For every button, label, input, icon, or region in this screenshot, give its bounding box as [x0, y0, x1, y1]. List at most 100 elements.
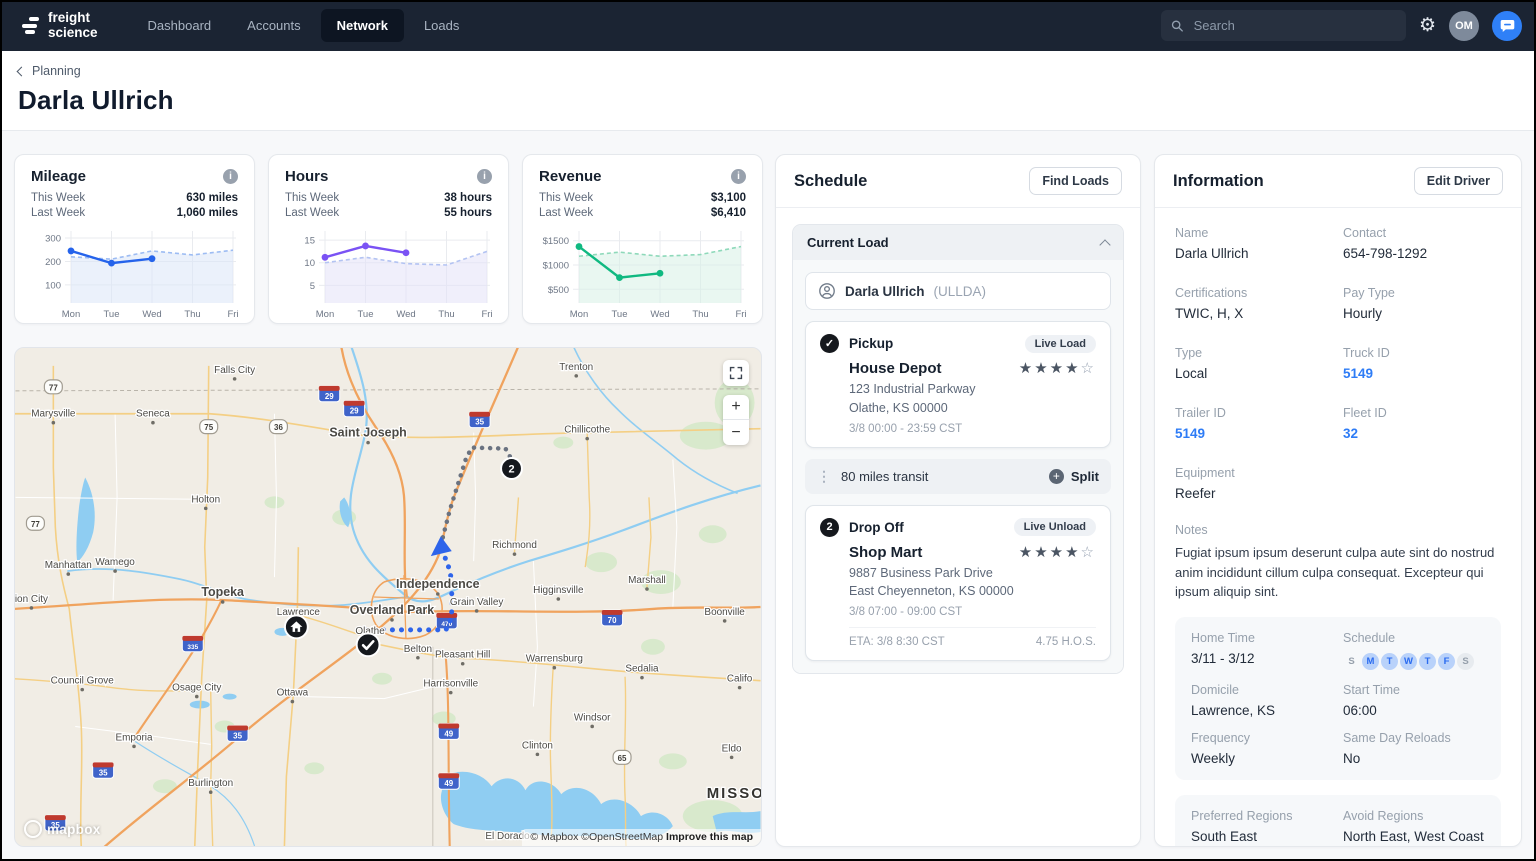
svg-text:300: 300: [45, 234, 61, 245]
day-pill-m: M: [1362, 653, 1379, 670]
svg-text:75: 75: [204, 423, 213, 432]
mapbox-logo[interactable]: mapbox: [24, 820, 101, 838]
field-truck-id: Truck ID5149: [1343, 346, 1501, 381]
search-icon: [1171, 19, 1184, 33]
nav-item-accounts[interactable]: Accounts: [231, 9, 316, 42]
star-empty-icon: ☆: [1081, 544, 1096, 561]
stat-title: Hours: [285, 168, 328, 185]
svg-text:Sedalia: Sedalia: [625, 664, 659, 675]
day-pill-w: W: [1400, 653, 1417, 670]
chevron-up-icon: [1099, 239, 1110, 250]
information-title: Information: [1173, 172, 1264, 191]
nav-item-network[interactable]: Network: [321, 9, 404, 42]
svg-text:Manhattan: Manhattan: [45, 560, 92, 571]
svg-text:Clinton: Clinton: [522, 740, 553, 751]
svg-text:Emporia: Emporia: [115, 732, 153, 743]
map-marker-home[interactable]: [285, 615, 308, 638]
chat-bubble-icon: [1499, 17, 1516, 34]
star-filled-icon: ★: [1019, 544, 1034, 561]
dropoff-time-window: 3/8 07:00 - 09:00 CST: [849, 606, 1096, 618]
interstate-shield-335: 335: [182, 636, 203, 652]
eta-text: ETA: 3/8 8:30 CST: [849, 636, 945, 648]
field-avoid-regions: Avoid Regions North East, West Coast: [1343, 809, 1485, 844]
svg-text:10: 10: [304, 258, 315, 269]
us-route-shield-65: 65: [613, 750, 631, 764]
svg-text:Thu: Thu: [184, 309, 200, 320]
split-button[interactable]: + Split: [1049, 469, 1099, 484]
svg-text:Burlington: Burlington: [188, 778, 233, 789]
stat-card-mileage: MileageiThis Week630 milesLast Week1,060…: [14, 154, 255, 324]
dropoff-facility-name: Shop Mart: [849, 544, 922, 561]
interstate-shield-35: 35: [227, 725, 248, 741]
us-route-shield-77: 77: [26, 516, 44, 530]
hos-text: 4.75 H.O.S.: [1036, 636, 1096, 648]
edit-driver-button[interactable]: Edit Driver: [1414, 167, 1503, 195]
breadcrumb-label: Planning: [32, 64, 81, 78]
pickup-time-window: 3/8 00:00 - 23:59 CST: [849, 423, 1096, 435]
star-filled-icon: ★: [1065, 544, 1080, 561]
zoom-in-button[interactable]: +: [723, 395, 749, 420]
field-home-time: Home Time 3/11 - 3/12: [1191, 631, 1333, 670]
metric-row: This Week630 miles: [31, 192, 238, 204]
page-header: Planning Darla Ullrich: [0, 51, 1536, 131]
plus-circle-icon: +: [1049, 469, 1064, 484]
drag-handle-icon[interactable]: ⋮: [817, 468, 831, 485]
svg-text:Eldo: Eldo: [722, 743, 742, 754]
field-trailer-id: Trailer ID5149: [1175, 406, 1333, 441]
live-load-badge: Live Load: [1025, 335, 1096, 353]
svg-text:Richmond: Richmond: [492, 540, 537, 551]
live-unload-badge: Live Unload: [1014, 518, 1096, 536]
svg-text:Fri: Fri: [481, 309, 492, 320]
metric-row: This Week$3,100: [539, 192, 746, 204]
star-filled-icon: ★: [1050, 544, 1065, 561]
field-fleet-id: Fleet ID32: [1343, 406, 1501, 441]
nav-item-dashboard[interactable]: Dashboard: [132, 9, 228, 42]
svg-text:Higginsville: Higginsville: [533, 585, 584, 596]
interstate-shield-35: 35: [93, 762, 114, 778]
svg-text:Thu: Thu: [692, 309, 708, 320]
global-search[interactable]: [1161, 10, 1406, 41]
user-avatar[interactable]: OM: [1449, 11, 1479, 41]
svg-text:Seneca: Seneca: [136, 409, 170, 420]
nav-item-loads[interactable]: Loads: [408, 9, 475, 42]
brand-logo[interactable]: freightscience: [22, 11, 98, 41]
star-filled-icon: ★: [1034, 360, 1049, 377]
chat-button[interactable]: [1492, 11, 1522, 41]
stat-card-revenue: RevenueiThis Week$3,100Last Week$6,410$1…: [522, 154, 763, 324]
zoom-out-button[interactable]: −: [723, 420, 749, 445]
day-pills: SMTWTFS: [1343, 651, 1485, 670]
star-filled-icon: ★: [1065, 360, 1080, 377]
info-icon[interactable]: i: [477, 169, 492, 184]
svg-text:15: 15: [304, 236, 315, 247]
svg-text:Harrisonville: Harrisonville: [423, 679, 478, 690]
map-marker-stop-number[interactable]: 2: [501, 458, 522, 479]
settings-gear-icon[interactable]: ⚙: [1419, 16, 1436, 35]
interstate-shield-35: 35: [469, 412, 490, 428]
info-icon[interactable]: i: [731, 169, 746, 184]
svg-text:77: 77: [49, 383, 58, 392]
svg-text:Overland Park: Overland Park: [350, 603, 434, 617]
info-icon[interactable]: i: [223, 169, 238, 184]
current-load-header[interactable]: Current Load: [793, 225, 1123, 260]
route-map[interactable]: 7777753629293570470335353535494965 Falls…: [14, 347, 762, 847]
driver-code: (ULLDA): [934, 284, 987, 299]
field-name: NameDarla Ullrich: [1175, 226, 1333, 261]
interstate-shield-49: 49: [438, 773, 459, 789]
transit-distance: 80 miles transit: [841, 469, 928, 484]
search-input[interactable]: [1192, 17, 1396, 34]
improve-map-link[interactable]: Improve this map: [666, 831, 753, 843]
top-navbar: freightscience DashboardAccountsNetworkL…: [0, 0, 1536, 51]
breadcrumb[interactable]: Planning: [18, 64, 81, 78]
field-certifications: CertificationsTWIC, H, X: [1175, 286, 1333, 321]
day-pill-t: T: [1419, 653, 1436, 670]
driver-row[interactable]: Darla Ullrich (ULLDA): [805, 272, 1111, 310]
find-loads-button[interactable]: Find Loads: [1029, 167, 1122, 195]
driver-name: Darla Ullrich: [845, 284, 925, 299]
svg-text:35: 35: [99, 768, 108, 777]
svg-text:Saint Joseph: Saint Joseph: [329, 426, 406, 440]
map-marker-check[interactable]: [357, 633, 380, 656]
pickup-stop-card[interactable]: ✓ Pickup Live Load House Depot ★★★★☆ 123…: [805, 321, 1111, 448]
facility-rating: ★★★★☆: [1019, 545, 1096, 560]
fullscreen-button[interactable]: [723, 360, 749, 386]
dropoff-stop-card[interactable]: 2 Drop Off Live Unload Shop Mart ★★★★☆ 9…: [805, 505, 1111, 662]
